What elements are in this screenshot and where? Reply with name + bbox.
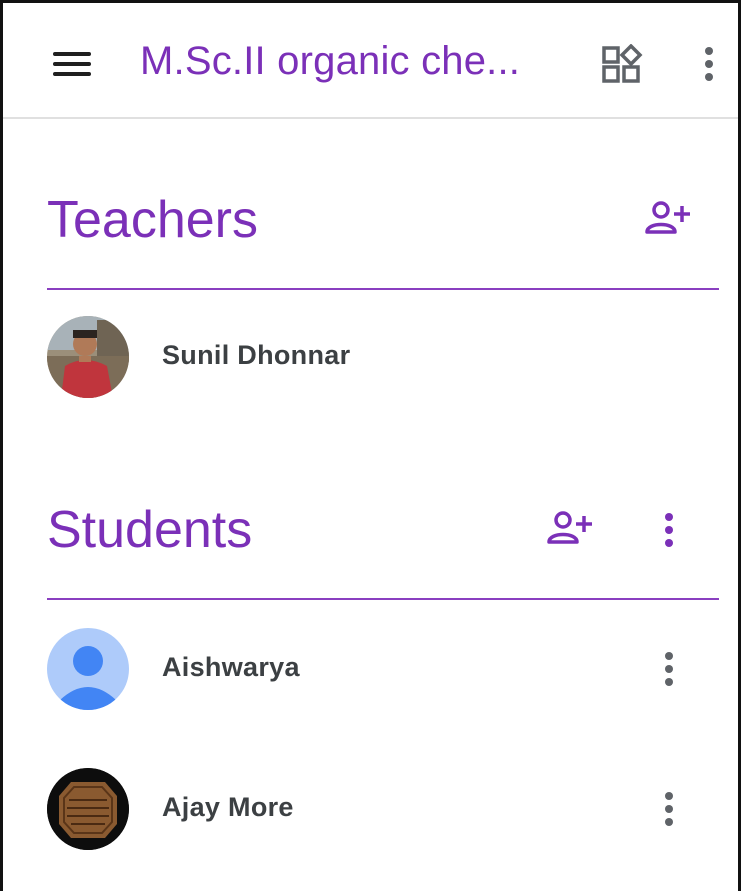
- student-name: Aishwarya: [162, 652, 300, 682]
- add-student-button[interactable]: [546, 510, 596, 550]
- student-avatar: [47, 768, 129, 850]
- apps-grid-icon[interactable]: [601, 43, 643, 86]
- add-teacher-button[interactable]: [644, 200, 694, 240]
- teachers-heading: Teachers: [47, 191, 258, 249]
- teacher-avatar: [47, 316, 129, 398]
- teacher-row[interactable]: Sunil Dhonnar: [47, 316, 719, 398]
- student-row[interactable]: Aishwarya: [47, 628, 719, 710]
- class-title[interactable]: M.Sc.II organic che...: [140, 39, 520, 84]
- teacher-name: Sunil Dhonnar: [162, 340, 351, 370]
- students-divider: [47, 598, 719, 600]
- teachers-divider: [47, 288, 719, 290]
- student-name: Ajay More: [162, 792, 294, 822]
- more-vert-icon[interactable]: [702, 45, 716, 83]
- students-heading: Students: [47, 501, 253, 559]
- top-app-bar: M.Sc.II organic che...: [3, 3, 738, 119]
- student-more-icon[interactable]: [662, 790, 676, 828]
- student-more-icon[interactable]: [662, 650, 676, 688]
- person-add-icon: [645, 201, 690, 234]
- hamburger-menu-icon[interactable]: [53, 47, 93, 81]
- default-person-icon: [47, 628, 129, 710]
- students-more-icon[interactable]: [662, 511, 676, 549]
- student-row[interactable]: Ajay More: [47, 768, 719, 850]
- person-add-icon: [547, 511, 592, 544]
- app-frame: [0, 0, 741, 891]
